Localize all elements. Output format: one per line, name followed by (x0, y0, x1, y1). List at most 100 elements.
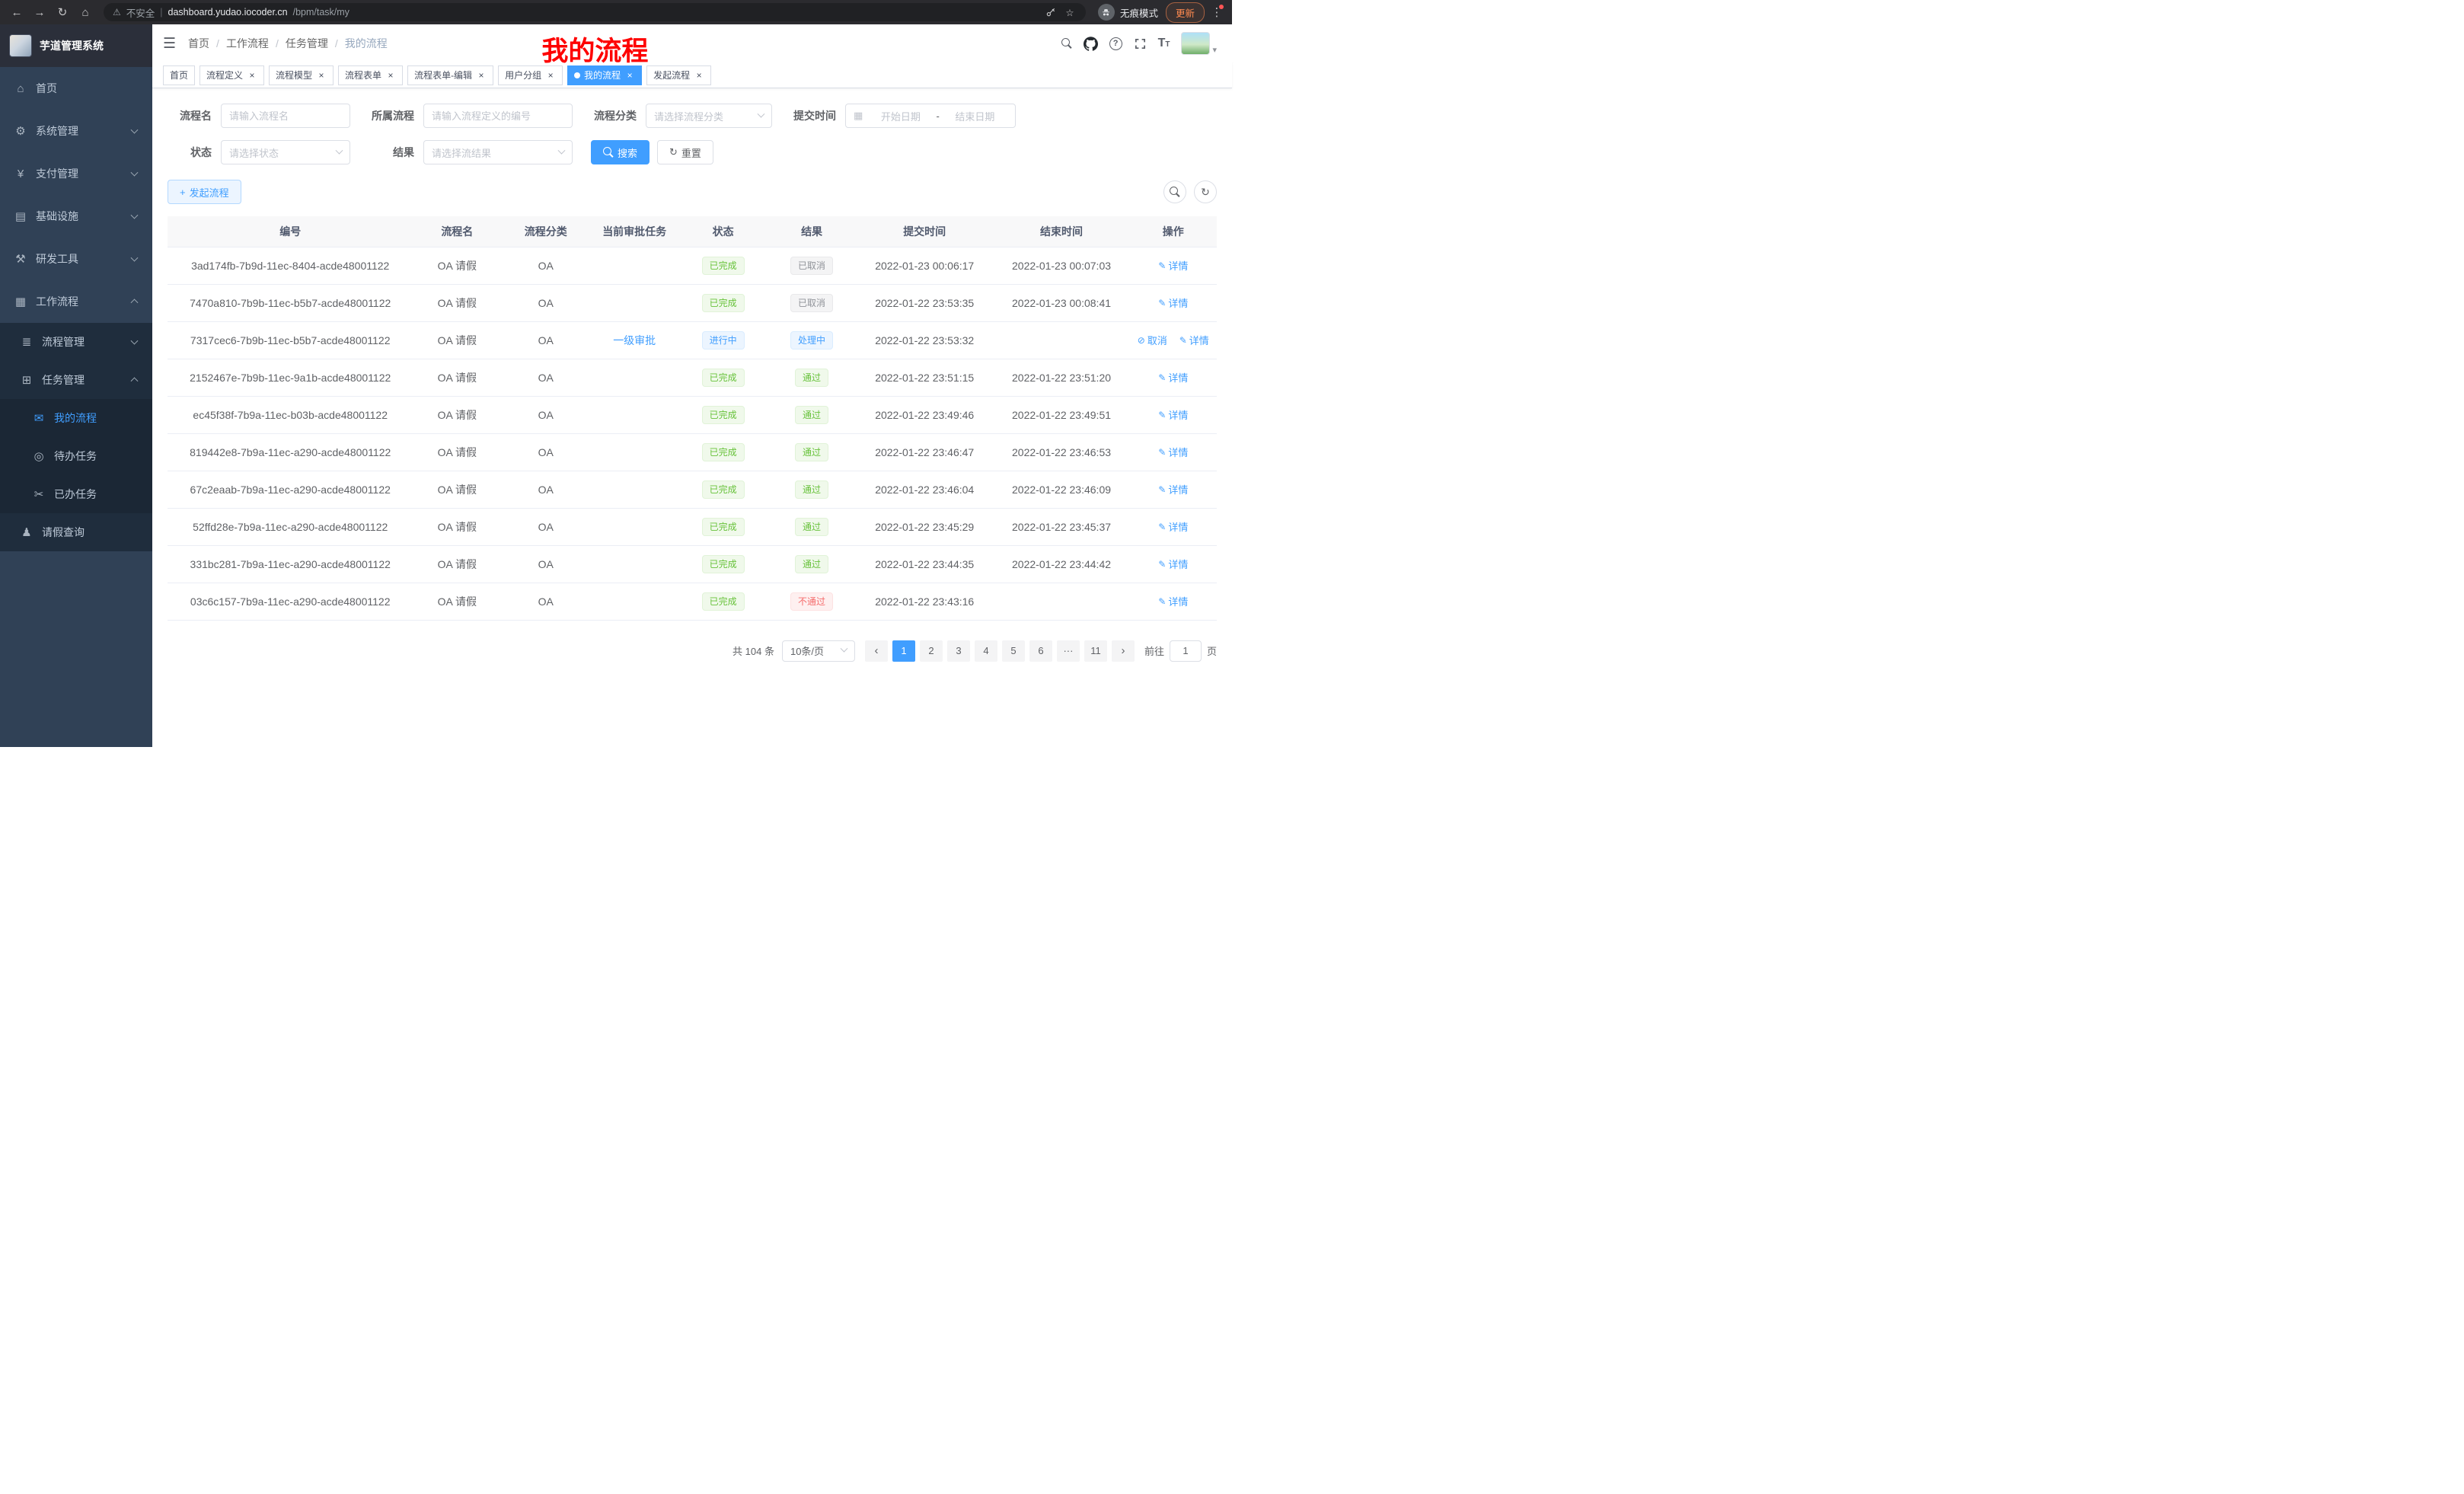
tab-process-model[interactable]: 流程模型 × (269, 65, 334, 85)
detail-link[interactable]: ✎详情 (1158, 407, 1188, 422)
initiate-process-button[interactable]: + 发起流程 (168, 180, 241, 204)
cell-result: 不通过 (768, 583, 856, 620)
prev-page-button[interactable]: ‹ (865, 640, 888, 662)
page-button-5[interactable]: 5 (1002, 640, 1025, 662)
server-icon: ▤ (12, 209, 29, 223)
sidebar-item-infrastructure[interactable]: ▤ 基础设施 (0, 195, 152, 238)
close-icon[interactable]: × (545, 70, 556, 81)
bookmark-star-icon[interactable]: ☆ (1063, 5, 1077, 19)
column-header-actions: 操作 (1130, 216, 1217, 247)
process-name-input[interactable] (221, 104, 350, 128)
page-ellipsis-button[interactable]: ··· (1057, 640, 1080, 662)
help-icon[interactable]: ? (1109, 37, 1122, 50)
tab-process-definition[interactable]: 流程定义 × (199, 65, 264, 85)
browser-back-button[interactable]: ← (8, 3, 26, 21)
cell-status: 已完成 (678, 508, 768, 545)
caret-down-icon: ▾ (1212, 45, 1217, 55)
process-definition-input[interactable] (423, 104, 573, 128)
breadcrumb-workflow[interactable]: 工作流程 (226, 36, 269, 51)
tab-my-process[interactable]: 我的流程 × (567, 65, 642, 85)
hamburger-icon[interactable]: ☰ (163, 35, 176, 53)
next-page-button[interactable]: › (1112, 640, 1135, 662)
sidebar-item-my-process[interactable]: ✉ 我的流程 (0, 399, 152, 437)
key-icon[interactable] (1044, 5, 1058, 19)
current-task-link[interactable]: 一级审批 (613, 334, 656, 346)
sidebar-item-process-management[interactable]: ≣ 流程管理 (0, 323, 152, 361)
font-size-icon[interactable]: T T (1158, 37, 1170, 50)
browser-menu-icon[interactable]: ⋮ (1209, 4, 1224, 21)
tab-user-group[interactable]: 用户分组 × (498, 65, 563, 85)
sidebar-item-payment[interactable]: ¥ 支付管理 (0, 152, 152, 195)
page-button-1[interactable]: 1 (892, 640, 915, 662)
search-button[interactable]: 搜索 (591, 140, 650, 164)
reset-button[interactable]: ↻ 重置 (657, 140, 713, 164)
close-icon[interactable]: × (247, 70, 257, 81)
detail-link[interactable]: ✎详情 (1158, 519, 1188, 534)
browser-reload-button[interactable]: ↻ (53, 3, 72, 21)
active-tab-dot (574, 72, 580, 78)
edit-icon: ✎ (1158, 484, 1166, 495)
goto-page-input[interactable] (1170, 640, 1202, 662)
refresh-table-button[interactable]: ↻ (1194, 180, 1217, 203)
page-button-4[interactable]: 4 (975, 640, 997, 662)
detail-link[interactable]: ✎详情 (1158, 594, 1188, 608)
cell-category: OA (501, 433, 590, 471)
search-icon[interactable] (1061, 38, 1072, 49)
sidebar-item-devtools[interactable]: ⚒ 研发工具 (0, 238, 152, 280)
page-button-2[interactable]: 2 (920, 640, 943, 662)
detail-link[interactable]: ✎详情 (1158, 258, 1188, 273)
close-icon[interactable]: × (476, 70, 487, 81)
page-button-11[interactable]: 11 (1084, 640, 1107, 662)
close-icon[interactable]: × (316, 70, 327, 81)
tab-process-form-edit[interactable]: 流程表单-编辑 × (407, 65, 493, 85)
breadcrumb-task-management[interactable]: 任务管理 (286, 36, 328, 51)
detail-link[interactable]: ✎详情 (1158, 295, 1188, 310)
detail-link[interactable]: ✎详情 (1158, 482, 1188, 496)
detail-link[interactable]: ✎详情 (1158, 445, 1188, 459)
sidebar-item-home[interactable]: ⌂ 首页 (0, 67, 152, 110)
close-icon[interactable]: × (694, 70, 704, 81)
field-process-definition: 所属流程 (369, 104, 573, 128)
github-icon[interactable] (1084, 37, 1098, 51)
close-icon[interactable]: × (624, 70, 635, 81)
process-definition-input-field[interactable] (432, 110, 564, 122)
sidebar-item-leave-query[interactable]: ♟ 请假查询 (0, 513, 152, 551)
show-search-button[interactable] (1163, 180, 1186, 203)
sidebar-item-workflow[interactable]: ▦ 工作流程 (0, 280, 152, 323)
page-button-3[interactable]: 3 (947, 640, 970, 662)
tab-process-form[interactable]: 流程表单 × (338, 65, 403, 85)
tab-initiate-process[interactable]: 发起流程 × (646, 65, 711, 85)
sidebar-item-label: 已办任务 (54, 487, 97, 502)
cell-actions: ✎详情 (1130, 545, 1217, 583)
process-name-input-field[interactable] (229, 110, 342, 122)
close-icon[interactable]: × (385, 70, 396, 81)
cancel-link[interactable]: ⊘取消 (1138, 333, 1167, 347)
cell-current-task (590, 359, 678, 396)
detail-link[interactable]: ✎详情 (1158, 557, 1188, 571)
result-select[interactable]: 请选择流结果 (423, 140, 573, 164)
sidebar-item-todo-tasks[interactable]: ◎ 待办任务 (0, 437, 152, 475)
sidebar-logo[interactable]: 芋道管理系统 (0, 24, 152, 67)
submit-time-range-picker[interactable]: ▦ 开始日期 - 结束日期 (845, 104, 1016, 128)
user-avatar[interactable]: ▾ (1181, 32, 1217, 55)
page-size-select[interactable]: 10条/页 (782, 640, 855, 662)
breadcrumb-home[interactable]: 首页 (188, 36, 209, 51)
fullscreen-icon[interactable] (1134, 37, 1147, 50)
sidebar-item-label: 基础设施 (36, 209, 78, 224)
status-select[interactable]: 请选择状态 (221, 140, 350, 164)
detail-link[interactable]: ✎详情 (1158, 370, 1188, 385)
tab-home[interactable]: 首页 (163, 65, 195, 85)
address-bar[interactable]: ⚠ 不安全 | dashboard.yudao.iocoder.cn /bpm/… (104, 3, 1086, 21)
page-button-6[interactable]: 6 (1029, 640, 1052, 662)
field-submit-time: 提交时间 ▦ 开始日期 - 结束日期 (790, 104, 1016, 128)
update-button[interactable]: 更新 (1166, 2, 1205, 23)
sidebar-item-system[interactable]: ⚙ 系统管理 (0, 110, 152, 152)
sidebar-item-done-tasks[interactable]: ✂ 已办任务 (0, 475, 152, 513)
column-header-submit-time: 提交时间 (856, 216, 994, 247)
browser-home-button[interactable]: ⌂ (76, 3, 94, 21)
sidebar-item-task-management[interactable]: ⊞ 任务管理 (0, 361, 152, 399)
detail-link[interactable]: ✎详情 (1179, 333, 1209, 347)
warning-icon: ⚠ (113, 7, 121, 18)
process-category-select[interactable]: 请选择流程分类 (646, 104, 772, 128)
browser-forward-button[interactable]: → (30, 3, 49, 21)
